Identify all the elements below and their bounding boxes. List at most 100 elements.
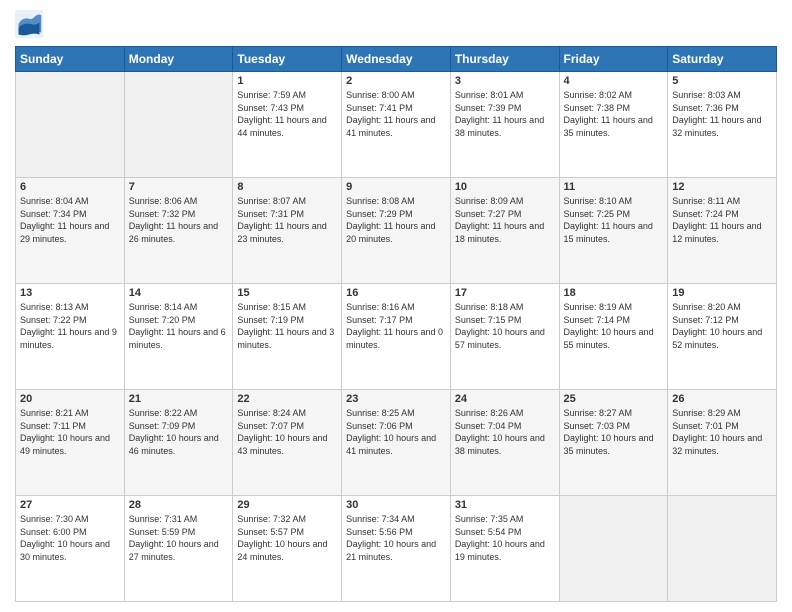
calendar-cell: 16Sunrise: 8:16 AMSunset: 7:17 PMDayligh… <box>342 284 451 390</box>
col-header-tuesday: Tuesday <box>233 47 342 72</box>
day-number: 22 <box>237 393 337 405</box>
day-number: 23 <box>346 393 446 405</box>
day-number: 27 <box>20 499 120 511</box>
day-number: 17 <box>455 287 555 299</box>
day-number: 18 <box>564 287 664 299</box>
day-number: 9 <box>346 181 446 193</box>
day-number: 30 <box>346 499 446 511</box>
day-info: Sunrise: 8:01 AMSunset: 7:39 PMDaylight:… <box>455 89 555 139</box>
calendar-cell: 19 Sunrise: 8:20 AMSunset: 7:12 PMDayligh… <box>668 284 777 390</box>
day-info: Sunrise: 8:02 AMSunset: 7:38 PMDaylight:… <box>564 89 664 139</box>
calendar-cell <box>16 72 125 178</box>
day-info: Sunrise: 8:22 AMSunset: 7:09 PMDaylight:… <box>129 407 229 457</box>
header <box>15 10 777 38</box>
calendar-week-4: 27Sunrise: 7:30 AMSunset: 6:00 PMDayligh… <box>16 496 777 602</box>
calendar-cell: 9Sunrise: 8:08 AMSunset: 7:29 PMDaylight… <box>342 178 451 284</box>
calendar-cell: 7 Sunrise: 8:06 AMSunset: 7:32 PMDaylight… <box>124 178 233 284</box>
day-number: 15 <box>237 287 337 299</box>
calendar: SundayMondayTuesdayWednesdayThursdayFrid… <box>15 46 777 602</box>
calendar-cell: 1 Sunrise: 7:59 AMSunset: 7:43 PMDaylight… <box>233 72 342 178</box>
calendar-cell: 8 Sunrise: 8:07 AMSunset: 7:31 PMDaylight… <box>233 178 342 284</box>
day-info: Sunrise: 8:11 AMSunset: 7:24 PMDaylight:… <box>672 195 772 245</box>
calendar-week-2: 13Sunrise: 8:13 AMSunset: 7:22 PMDayligh… <box>16 284 777 390</box>
calendar-cell: 22 Sunrise: 8:24 AMSunset: 7:07 PMDayligh… <box>233 390 342 496</box>
day-info: Sunrise: 7:59 AMSunset: 7:43 PMDaylight:… <box>237 89 337 139</box>
calendar-cell: 31 Sunrise: 7:35 AMSunset: 5:54 PMDayligh… <box>450 496 559 602</box>
day-info: Sunrise: 8:25 AMSunset: 7:06 PMDaylight:… <box>346 407 446 457</box>
day-info: Sunrise: 8:29 AMSunset: 7:01 PMDaylight:… <box>672 407 772 457</box>
day-info: Sunrise: 7:32 AMSunset: 5:57 PMDaylight:… <box>237 513 337 563</box>
calendar-cell: 17Sunrise: 8:18 AMSunset: 7:15 PMDayligh… <box>450 284 559 390</box>
day-info: Sunrise: 8:13 AMSunset: 7:22 PMDaylight:… <box>20 301 120 351</box>
calendar-cell: 3 Sunrise: 8:01 AMSunset: 7:39 PMDaylight… <box>450 72 559 178</box>
col-header-wednesday: Wednesday <box>342 47 451 72</box>
day-info: Sunrise: 8:15 AMSunset: 7:19 PMDaylight:… <box>237 301 337 351</box>
calendar-cell: 18 Sunrise: 8:19 AMSunset: 7:14 PMDayligh… <box>559 284 668 390</box>
calendar-cell: 11 Sunrise: 8:10 AMSunset: 7:25 PMDayligh… <box>559 178 668 284</box>
calendar-header-row: SundayMondayTuesdayWednesdayThursdayFrid… <box>16 47 777 72</box>
day-info: Sunrise: 7:35 AMSunset: 5:54 PMDaylight:… <box>455 513 555 563</box>
day-number: 31 <box>455 499 555 511</box>
calendar-week-0: 1 Sunrise: 7:59 AMSunset: 7:43 PMDaylight… <box>16 72 777 178</box>
calendar-cell: 28Sunrise: 7:31 AMSunset: 5:59 PMDayligh… <box>124 496 233 602</box>
day-number: 7 <box>129 181 229 193</box>
day-info: Sunrise: 8:04 AMSunset: 7:34 PMDaylight:… <box>20 195 120 245</box>
day-info: Sunrise: 8:19 AMSunset: 7:14 PMDaylight:… <box>564 301 664 351</box>
day-info: Sunrise: 8:14 AMSunset: 7:20 PMDaylight:… <box>129 301 229 351</box>
day-number: 20 <box>20 393 120 405</box>
day-number: 6 <box>20 181 120 193</box>
day-number: 24 <box>455 393 555 405</box>
day-number: 26 <box>672 393 772 405</box>
day-info: Sunrise: 7:31 AMSunset: 5:59 PMDaylight:… <box>129 513 229 563</box>
day-number: 25 <box>564 393 664 405</box>
day-number: 8 <box>237 181 337 193</box>
day-info: Sunrise: 8:24 AMSunset: 7:07 PMDaylight:… <box>237 407 337 457</box>
col-header-sunday: Sunday <box>16 47 125 72</box>
day-info: Sunrise: 8:27 AMSunset: 7:03 PMDaylight:… <box>564 407 664 457</box>
day-number: 21 <box>129 393 229 405</box>
calendar-week-3: 20Sunrise: 8:21 AMSunset: 7:11 PMDayligh… <box>16 390 777 496</box>
col-header-thursday: Thursday <box>450 47 559 72</box>
day-number: 10 <box>455 181 555 193</box>
calendar-cell: 10 Sunrise: 8:09 AMSunset: 7:27 PMDayligh… <box>450 178 559 284</box>
calendar-cell: 13Sunrise: 8:13 AMSunset: 7:22 PMDayligh… <box>16 284 125 390</box>
day-info: Sunrise: 8:10 AMSunset: 7:25 PMDaylight:… <box>564 195 664 245</box>
page: SundayMondayTuesdayWednesdayThursdayFrid… <box>0 0 792 612</box>
day-info: Sunrise: 8:20 AMSunset: 7:12 PMDaylight:… <box>672 301 772 351</box>
col-header-friday: Friday <box>559 47 668 72</box>
calendar-cell: 25 Sunrise: 8:27 AMSunset: 7:03 PMDayligh… <box>559 390 668 496</box>
calendar-cell: 2Sunrise: 8:00 AMSunset: 7:41 PMDaylight… <box>342 72 451 178</box>
calendar-cell: 5Sunrise: 8:03 AMSunset: 7:36 PMDaylight… <box>668 72 777 178</box>
calendar-cell: 6 Sunrise: 8:04 AMSunset: 7:34 PMDaylight… <box>16 178 125 284</box>
day-number: 12 <box>672 181 772 193</box>
day-number: 11 <box>564 181 664 193</box>
day-number: 4 <box>564 75 664 87</box>
calendar-cell: 21 Sunrise: 8:22 AMSunset: 7:09 PMDayligh… <box>124 390 233 496</box>
calendar-cell: 15 Sunrise: 8:15 AMSunset: 7:19 PMDayligh… <box>233 284 342 390</box>
calendar-cell: 14 Sunrise: 8:14 AMSunset: 7:20 PMDayligh… <box>124 284 233 390</box>
calendar-cell: 12 Sunrise: 8:11 AMSunset: 7:24 PMDayligh… <box>668 178 777 284</box>
logo <box>15 10 47 38</box>
day-info: Sunrise: 8:00 AMSunset: 7:41 PMDaylight:… <box>346 89 446 139</box>
day-info: Sunrise: 8:09 AMSunset: 7:27 PMDaylight:… <box>455 195 555 245</box>
day-info: Sunrise: 8:06 AMSunset: 7:32 PMDaylight:… <box>129 195 229 245</box>
day-number: 1 <box>237 75 337 87</box>
calendar-cell: 20Sunrise: 8:21 AMSunset: 7:11 PMDayligh… <box>16 390 125 496</box>
day-info: Sunrise: 7:34 AMSunset: 5:56 PMDaylight:… <box>346 513 446 563</box>
logo-icon <box>15 10 43 38</box>
calendar-cell: 29 Sunrise: 7:32 AMSunset: 5:57 PMDayligh… <box>233 496 342 602</box>
col-header-saturday: Saturday <box>668 47 777 72</box>
day-info: Sunrise: 8:26 AMSunset: 7:04 PMDaylight:… <box>455 407 555 457</box>
day-number: 19 <box>672 287 772 299</box>
col-header-monday: Monday <box>124 47 233 72</box>
calendar-cell: 27Sunrise: 7:30 AMSunset: 6:00 PMDayligh… <box>16 496 125 602</box>
calendar-cell: 24 Sunrise: 8:26 AMSunset: 7:04 PMDayligh… <box>450 390 559 496</box>
day-number: 14 <box>129 287 229 299</box>
day-info: Sunrise: 8:07 AMSunset: 7:31 PMDaylight:… <box>237 195 337 245</box>
day-number: 29 <box>237 499 337 511</box>
calendar-cell: 26 Sunrise: 8:29 AMSunset: 7:01 PMDayligh… <box>668 390 777 496</box>
calendar-cell: 23 Sunrise: 8:25 AMSunset: 7:06 PMDayligh… <box>342 390 451 496</box>
calendar-cell <box>668 496 777 602</box>
day-number: 5 <box>672 75 772 87</box>
day-number: 3 <box>455 75 555 87</box>
